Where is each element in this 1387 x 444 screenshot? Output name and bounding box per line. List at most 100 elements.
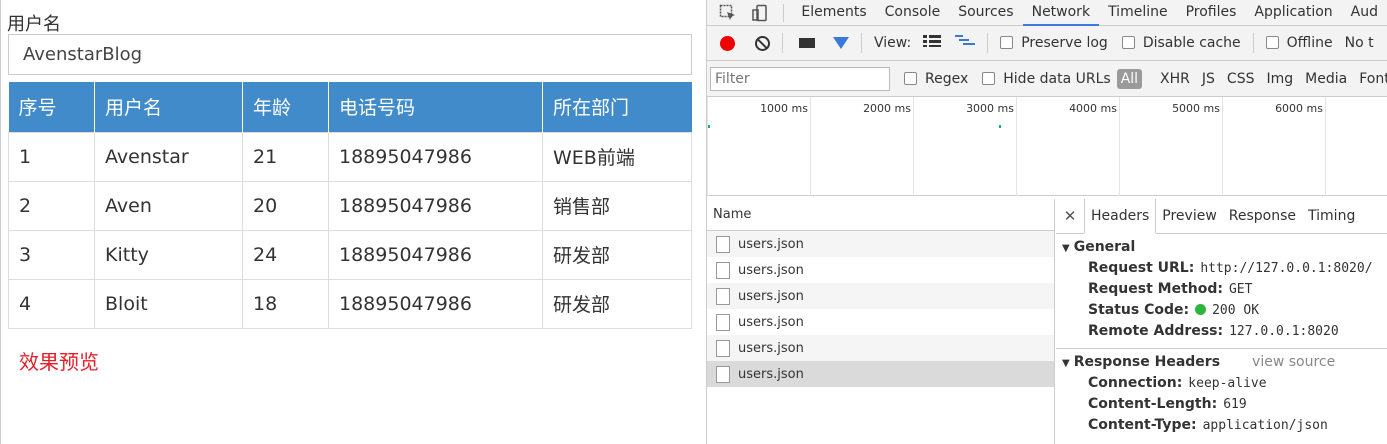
header-row: Content-Type: application/json (1056, 415, 1387, 436)
status-ok-icon (1195, 304, 1207, 315)
details-tabbar: ✕ Headers Preview Response Timing (1056, 199, 1387, 234)
network-overview[interactable]: 1000 ms 2000 ms 3000 ms 4000 ms 5000 ms … (707, 97, 1387, 196)
checkbox-box[interactable] (904, 71, 917, 85)
tab-sources[interactable]: Sources (949, 0, 1022, 26)
request-row[interactable]: users.json (707, 257, 1054, 283)
cell-username: Avenstar (94, 131, 243, 182)
capture-screenshots-icon[interactable] (799, 38, 815, 48)
tab-timeline[interactable]: Timeline (1099, 0, 1177, 26)
username-input[interactable] (8, 34, 692, 75)
header-key: Request URL: (1088, 260, 1195, 276)
table-row: 2 Aven 20 18895047986 销售部 (8, 180, 692, 231)
filter-img[interactable]: Img (1266, 71, 1293, 87)
general-section-toggle[interactable]: ▼ General (1056, 236, 1387, 258)
preview-caption: 效果预览 (19, 350, 99, 374)
overview-icon[interactable] (955, 35, 976, 51)
tab-application[interactable]: Application (1245, 0, 1341, 26)
file-icon (716, 287, 730, 305)
request-row[interactable]: users.json (707, 309, 1054, 335)
response-headers-title: Response Headers (1073, 354, 1221, 370)
filter-bar: Regex Hide data URLs All XHR JS CSS Img … (707, 61, 1387, 97)
header-value: GET (1228, 282, 1253, 297)
tab-preview[interactable]: Preview (1156, 199, 1223, 234)
filter-all-button[interactable]: All (1116, 68, 1143, 89)
tab-headers[interactable]: Headers (1084, 199, 1157, 234)
col-header-username: 用户名 (94, 82, 243, 132)
request-list: Name users.json users.json users.json us… (707, 199, 1055, 444)
general-title: General (1073, 239, 1136, 255)
table-header-row: 序号 用户名 年龄 电话号码 所在部门 (8, 82, 692, 132)
checkbox-box[interactable] (982, 71, 996, 85)
tab-network[interactable]: Network (1022, 0, 1100, 26)
cell-index: 1 (8, 131, 95, 182)
file-icon (716, 235, 730, 253)
cell-age: 21 (242, 131, 329, 182)
timeline-gridline (1222, 97, 1223, 196)
header-key: Status Code: (1088, 302, 1190, 318)
toolbar-divider (987, 33, 989, 53)
request-name: users.json (738, 340, 804, 356)
filter-js[interactable]: JS (1202, 71, 1215, 87)
header-value: 200 OK (1212, 303, 1260, 318)
network-toolbar: View: Preserve log Disable cache Offline… (707, 26, 1387, 61)
clear-icon[interactable] (755, 35, 770, 51)
request-name: users.json (738, 366, 804, 382)
tab-response[interactable]: Response (1223, 199, 1302, 234)
view-source-link[interactable]: view source (1252, 354, 1335, 370)
request-name: users.json (738, 236, 804, 252)
tab-profiles[interactable]: Profiles (1177, 0, 1246, 26)
large-rows-icon[interactable] (923, 35, 942, 51)
col-header-age: 年龄 (242, 82, 329, 132)
offline-label: Offline (1286, 35, 1333, 51)
toolbar-divider (782, 33, 783, 53)
header-row: Remote Address: 127.0.0.1:8020 (1056, 321, 1387, 342)
disable-cache-checkbox[interactable]: Disable cache (1121, 35, 1241, 51)
name-column-header[interactable]: Name (707, 199, 1054, 231)
filter-icon[interactable] (833, 37, 849, 49)
filter-input[interactable] (710, 66, 890, 91)
record-icon[interactable] (720, 35, 735, 51)
toolbar-divider (861, 33, 862, 53)
request-row[interactable]: users.json (707, 283, 1054, 309)
cell-department: 研发部 (542, 229, 692, 280)
header-row: Request URL: http://127.0.0.1:8020/ (1056, 258, 1387, 279)
col-header-department: 所在部门 (542, 82, 692, 132)
request-row-selected[interactable]: users.json (707, 361, 1054, 387)
tab-timing[interactable]: Timing (1302, 199, 1361, 234)
close-icon[interactable]: ✕ (1056, 207, 1084, 225)
offline-checkbox[interactable]: Offline (1265, 35, 1333, 51)
toolbar-divider (1252, 33, 1254, 53)
request-name: users.json (738, 288, 804, 304)
filter-font[interactable]: Font (1359, 71, 1387, 87)
checkbox-box[interactable] (1000, 36, 1014, 49)
tab-audits[interactable]: Aud (1342, 0, 1387, 26)
tabbar-divider (783, 3, 785, 22)
request-row[interactable]: users.json (707, 231, 1054, 257)
file-icon (716, 339, 730, 357)
filter-xhr[interactable]: XHR (1160, 71, 1190, 87)
username-label: 用户名 (7, 14, 61, 35)
header-value: 619 (1223, 397, 1247, 412)
device-mode-icon[interactable] (749, 1, 771, 25)
filter-css[interactable]: CSS (1227, 71, 1255, 87)
response-headers-section-toggle[interactable]: ▼ Response Headers view source (1056, 351, 1387, 373)
cell-username: Bloit (94, 278, 243, 329)
checkbox-box[interactable] (1121, 36, 1135, 49)
tab-console[interactable]: Console (876, 0, 950, 26)
tab-elements[interactable]: Elements (792, 0, 875, 26)
timeline-label: 6000 ms (1275, 102, 1323, 115)
regex-checkbox[interactable]: Regex (904, 71, 968, 87)
users-table: 序号 用户名 年龄 电话号码 所在部门 1 Avenstar 21 188950… (8, 82, 692, 329)
file-icon (716, 313, 730, 331)
filter-media[interactable]: Media (1305, 71, 1347, 87)
throttling-select[interactable]: No t (1345, 35, 1374, 51)
header-row: Request Method: GET (1056, 279, 1387, 300)
request-row[interactable]: users.json (707, 335, 1054, 361)
preserve-log-checkbox[interactable]: Preserve log (1000, 35, 1108, 51)
hide-data-urls-checkbox[interactable]: Hide data URLs (982, 71, 1111, 87)
checkbox-box[interactable] (1265, 36, 1279, 49)
disable-cache-label: Disable cache (1142, 35, 1241, 51)
inspect-element-icon[interactable] (717, 1, 739, 25)
col-header-phone: 电话号码 (328, 82, 543, 132)
timeline-gridline (1119, 97, 1120, 196)
